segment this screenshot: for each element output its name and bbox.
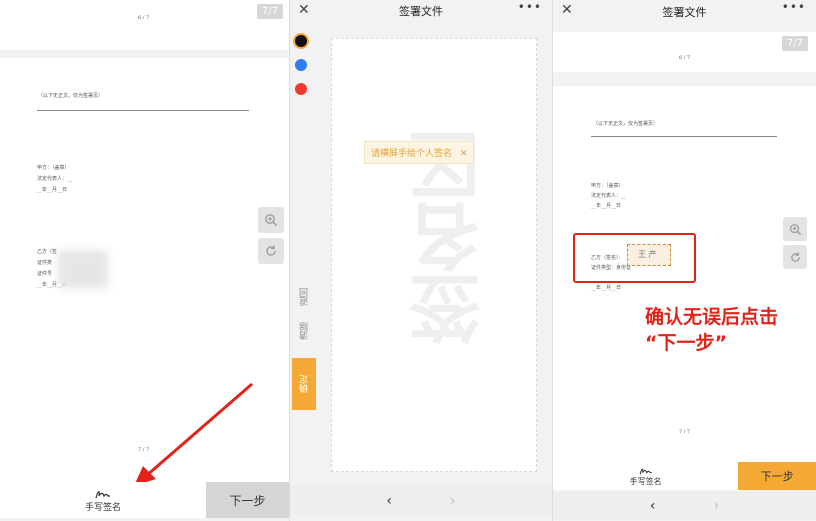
divider <box>37 110 249 111</box>
close-button[interactable]: ✕ <box>561 2 573 18</box>
return-button[interactable]: 返回 <box>298 288 311 306</box>
zoom-in-button[interactable] <box>783 217 807 241</box>
party-a-line: 甲方：（盖章） <box>591 183 624 189</box>
landscape-hint: 请横屏手绘个人签名 ✕ <box>364 141 475 164</box>
top-bar: ✕ 签署文件 ••• <box>290 0 552 22</box>
bottom-bar: 手写签名 下一步 <box>553 462 816 490</box>
rotate-icon <box>790 251 800 262</box>
color-red-option[interactable] <box>295 83 307 95</box>
handwrite-sign-button[interactable]: 手写签名 <box>0 482 206 518</box>
zoom-in-button[interactable] <box>258 207 284 233</box>
page-indicator-bottom: 7 / 7 <box>679 429 691 435</box>
page-counter: 7/7 <box>781 36 808 51</box>
close-button[interactable]: ✕ <box>298 2 310 18</box>
nav-bar: ‹ › <box>290 486 552 516</box>
signature-icon <box>639 468 652 474</box>
handwrite-sign-label: 手写签名 <box>629 476 662 486</box>
hint-close-icon[interactable]: ✕ <box>460 149 468 159</box>
signature-pad-panel: ✕ 签署文件 ••• 签名区 请横屏手绘个人签名 ✕ 返回 清除 确定 ‹ › <box>289 0 552 521</box>
annotation-line: “下一步” <box>645 332 727 354</box>
doc-preview-panel: 6 / 7 7/7 （以下无正文，仅为签署页） 甲方：（盖章） 法定代表人：__… <box>0 0 289 521</box>
zoom-in-icon <box>789 223 801 235</box>
doc-page[interactable]: （以下无正文，仅为签署页） 甲方：（盖章） 法定代表人：__ __年__月__日… <box>0 58 289 482</box>
party-a-line: 法定代表人：__ <box>591 193 627 199</box>
nav-back-button[interactable]: ‹ <box>386 493 392 509</box>
next-step-button[interactable]: 下一步 <box>206 482 289 518</box>
rotate-icon <box>266 245 276 256</box>
bottom-bar: 手写签名 下一步 <box>0 482 289 518</box>
confirm-button[interactable]: 确定 <box>292 358 316 410</box>
page-indicator-bottom: 7 / 7 <box>138 447 150 453</box>
note-line: （以下无正文，仅为签署页） <box>593 121 659 127</box>
page-counter: 7/7 <box>256 4 283 19</box>
page-title: 签署文件 <box>662 6 707 19</box>
annotation-line: 确认无误后点击 <box>645 306 779 328</box>
color-blue-option[interactable] <box>295 59 307 71</box>
signature-icon <box>95 490 110 498</box>
annotation-caption: 确认无误后点击 “下一步” <box>645 304 778 356</box>
next-step-button[interactable]: 下一步 <box>738 462 816 490</box>
page-indicator-top: 6 / 7 <box>679 55 691 61</box>
party-a-line: 甲方：（盖章） <box>37 165 70 171</box>
rotate-button[interactable] <box>783 245 807 269</box>
more-button[interactable]: ••• <box>782 0 806 14</box>
party-a-block: 甲方：（盖章） 法定代表人：__ __年__月__日 <box>591 182 626 210</box>
signature-canvas[interactable]: 签名区 请横屏手绘个人签名 ✕ <box>331 38 537 472</box>
nav-back-button[interactable]: ‹ <box>650 498 656 514</box>
nav-forward-button[interactable]: › <box>714 498 720 514</box>
doc-page-top: 6 / 7 <box>553 32 816 72</box>
doc-page-top: 6 / 7 <box>0 0 289 50</box>
party-a-line: __年__月__日 <box>37 187 68 193</box>
handwrite-sign-button[interactable]: 手写签名 <box>553 462 739 490</box>
nav-forward-button[interactable]: › <box>450 493 456 509</box>
page-indicator-top: 6 / 7 <box>138 15 150 21</box>
color-black-option[interactable] <box>295 35 307 47</box>
more-button[interactable]: ••• <box>518 0 542 14</box>
top-bar: ✕ 签署文件 ••• <box>553 0 816 24</box>
party-b-line: __年__月__日 <box>591 285 622 291</box>
nav-bar: ‹ › <box>553 492 816 519</box>
party-a-line: 法定代表人：__ <box>37 176 73 182</box>
rotate-button[interactable] <box>258 238 284 264</box>
zoom-in-icon <box>265 214 277 226</box>
handwrite-sign-label: 手写签名 <box>84 502 121 513</box>
party-a-block: 甲方：（盖章） 法定代表人：__ __年__月__日 <box>37 164 72 194</box>
signed-preview-panel: ✕ 签署文件 ••• 6 / 7 7/7 （以下无正文，仅为签署页） 甲方：（盖… <box>552 0 816 521</box>
privacy-blur <box>58 250 108 288</box>
divider <box>591 136 777 137</box>
note-line: （以下无正文，仅为签署页） <box>38 93 104 99</box>
clear-button[interactable]: 清除 <box>298 322 311 340</box>
confirm-label: 确定 <box>299 375 310 393</box>
page-title: 签署文件 <box>399 5 443 18</box>
highlight-box-annotation <box>573 233 696 283</box>
party-a-line: __年__月__日 <box>591 203 622 209</box>
hint-text: 请横屏手绘个人签名 <box>371 149 453 159</box>
